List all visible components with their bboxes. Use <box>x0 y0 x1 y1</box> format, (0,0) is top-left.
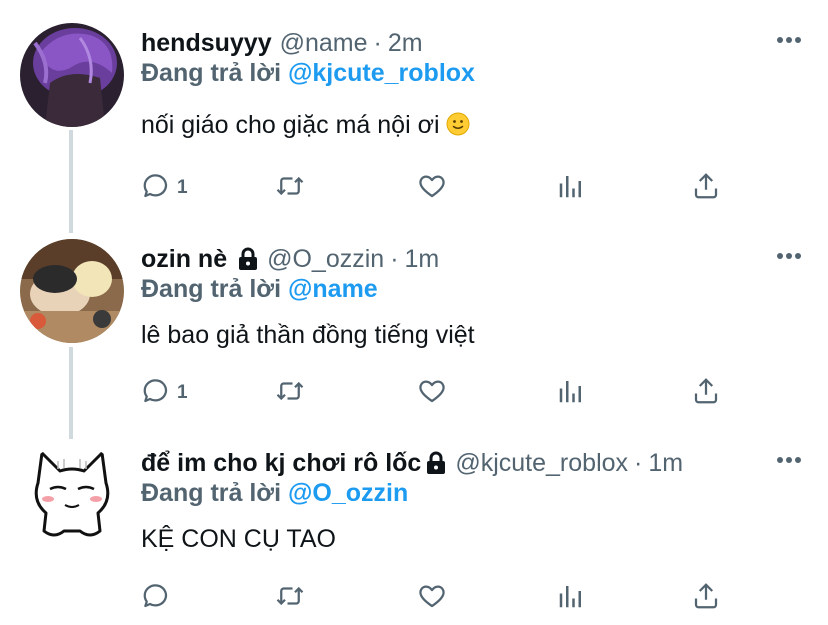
like-icon <box>417 376 447 411</box>
replying-label: Đang trả lời <box>141 479 282 507</box>
tweet-text-content: nối giáo cho giặc má nội ơi <box>141 111 440 139</box>
share-icon <box>691 581 721 616</box>
user-handle[interactable]: @name <box>280 29 368 58</box>
analytics-icon <box>556 376 586 411</box>
retweet-button[interactable] <box>275 581 305 615</box>
like-button[interactable] <box>417 376 447 410</box>
reply-button[interactable]: 1 <box>141 171 188 205</box>
reply-count: 1 <box>177 382 188 403</box>
share-button[interactable] <box>691 581 721 615</box>
mention-link[interactable]: @kjcute_roblox <box>288 59 475 87</box>
reply-count: 1 <box>177 177 188 198</box>
more-icon[interactable] <box>776 31 802 49</box>
mention-link[interactable]: @name <box>288 275 378 303</box>
tweet-actions: 1 <box>141 171 741 205</box>
analytics-button[interactable] <box>556 171 586 205</box>
retweet-icon <box>275 376 305 411</box>
replying-label: Đang trả lời <box>141 59 282 87</box>
retweet-button[interactable] <box>275 376 305 410</box>
like-button[interactable] <box>417 171 447 205</box>
display-name[interactable]: để im cho kj chơi rô lốc <box>141 449 421 478</box>
reply-icon <box>141 171 171 206</box>
analytics-button[interactable] <box>556 581 586 615</box>
separator: · <box>634 448 643 477</box>
tweet[interactable]: hendsuyyy @name · 2m Đang trả lời @kjcute… <box>0 23 828 223</box>
replying-label: Đang trả lời <box>141 275 282 303</box>
avatar[interactable] <box>20 443 124 547</box>
analytics-button[interactable] <box>556 376 586 410</box>
share-icon <box>691 376 721 411</box>
reply-icon <box>141 581 171 616</box>
avatar[interactable] <box>20 23 124 127</box>
more-icon[interactable] <box>776 247 802 265</box>
retweet-icon <box>275 581 305 616</box>
tweet[interactable]: ozin nè @O_ozzin · 1m Đang trả lời @name … <box>0 239 828 429</box>
tweet-text: nối giáo cho giặc má nội ơi <box>141 111 470 143</box>
retweet-button[interactable] <box>275 171 305 205</box>
separator: · <box>390 244 399 273</box>
like-icon <box>417 171 447 206</box>
timestamp[interactable]: 1m <box>648 449 683 478</box>
user-handle[interactable]: @kjcute_roblox <box>455 449 628 478</box>
tweet-actions <box>141 581 741 615</box>
replying-to: Đang trả lời @kjcute_roblox <box>141 59 475 88</box>
avatar[interactable] <box>20 239 124 343</box>
more-icon[interactable] <box>776 451 802 469</box>
mention-link[interactable]: @O_ozzin <box>288 479 408 507</box>
reply-button[interactable] <box>141 581 177 615</box>
analytics-icon <box>556 171 586 206</box>
retweet-icon <box>275 171 305 206</box>
share-icon <box>691 171 721 206</box>
like-button[interactable] <box>417 581 447 615</box>
tweet-text: KỆ CON CỤ TAO <box>141 525 336 553</box>
user-handle[interactable]: @O_ozzin <box>267 245 384 274</box>
lock-icon <box>237 247 259 271</box>
replying-to: Đang trả lời @name <box>141 275 378 304</box>
tweet-text: lê bao giả thần đồng tiếng việt <box>141 321 475 349</box>
smiley-emoji-icon <box>446 112 470 143</box>
lock-icon <box>425 451 447 475</box>
tweet[interactable]: để im cho kj chơi rô lốc @kjcute_roblox … <box>0 443 828 623</box>
timestamp[interactable]: 1m <box>405 245 440 274</box>
timestamp[interactable]: 2m <box>388 29 423 58</box>
like-icon <box>417 581 447 616</box>
share-button[interactable] <box>691 376 721 410</box>
reply-button[interactable]: 1 <box>141 376 188 410</box>
display-name[interactable]: hendsuyyy <box>141 29 272 58</box>
share-button[interactable] <box>691 171 721 205</box>
display-name[interactable]: ozin nè <box>141 245 227 274</box>
tweet-actions: 1 <box>141 376 741 410</box>
reply-icon <box>141 376 171 411</box>
analytics-icon <box>556 581 586 616</box>
replying-to: Đang trả lời @O_ozzin <box>141 479 408 508</box>
separator: · <box>373 28 382 57</box>
